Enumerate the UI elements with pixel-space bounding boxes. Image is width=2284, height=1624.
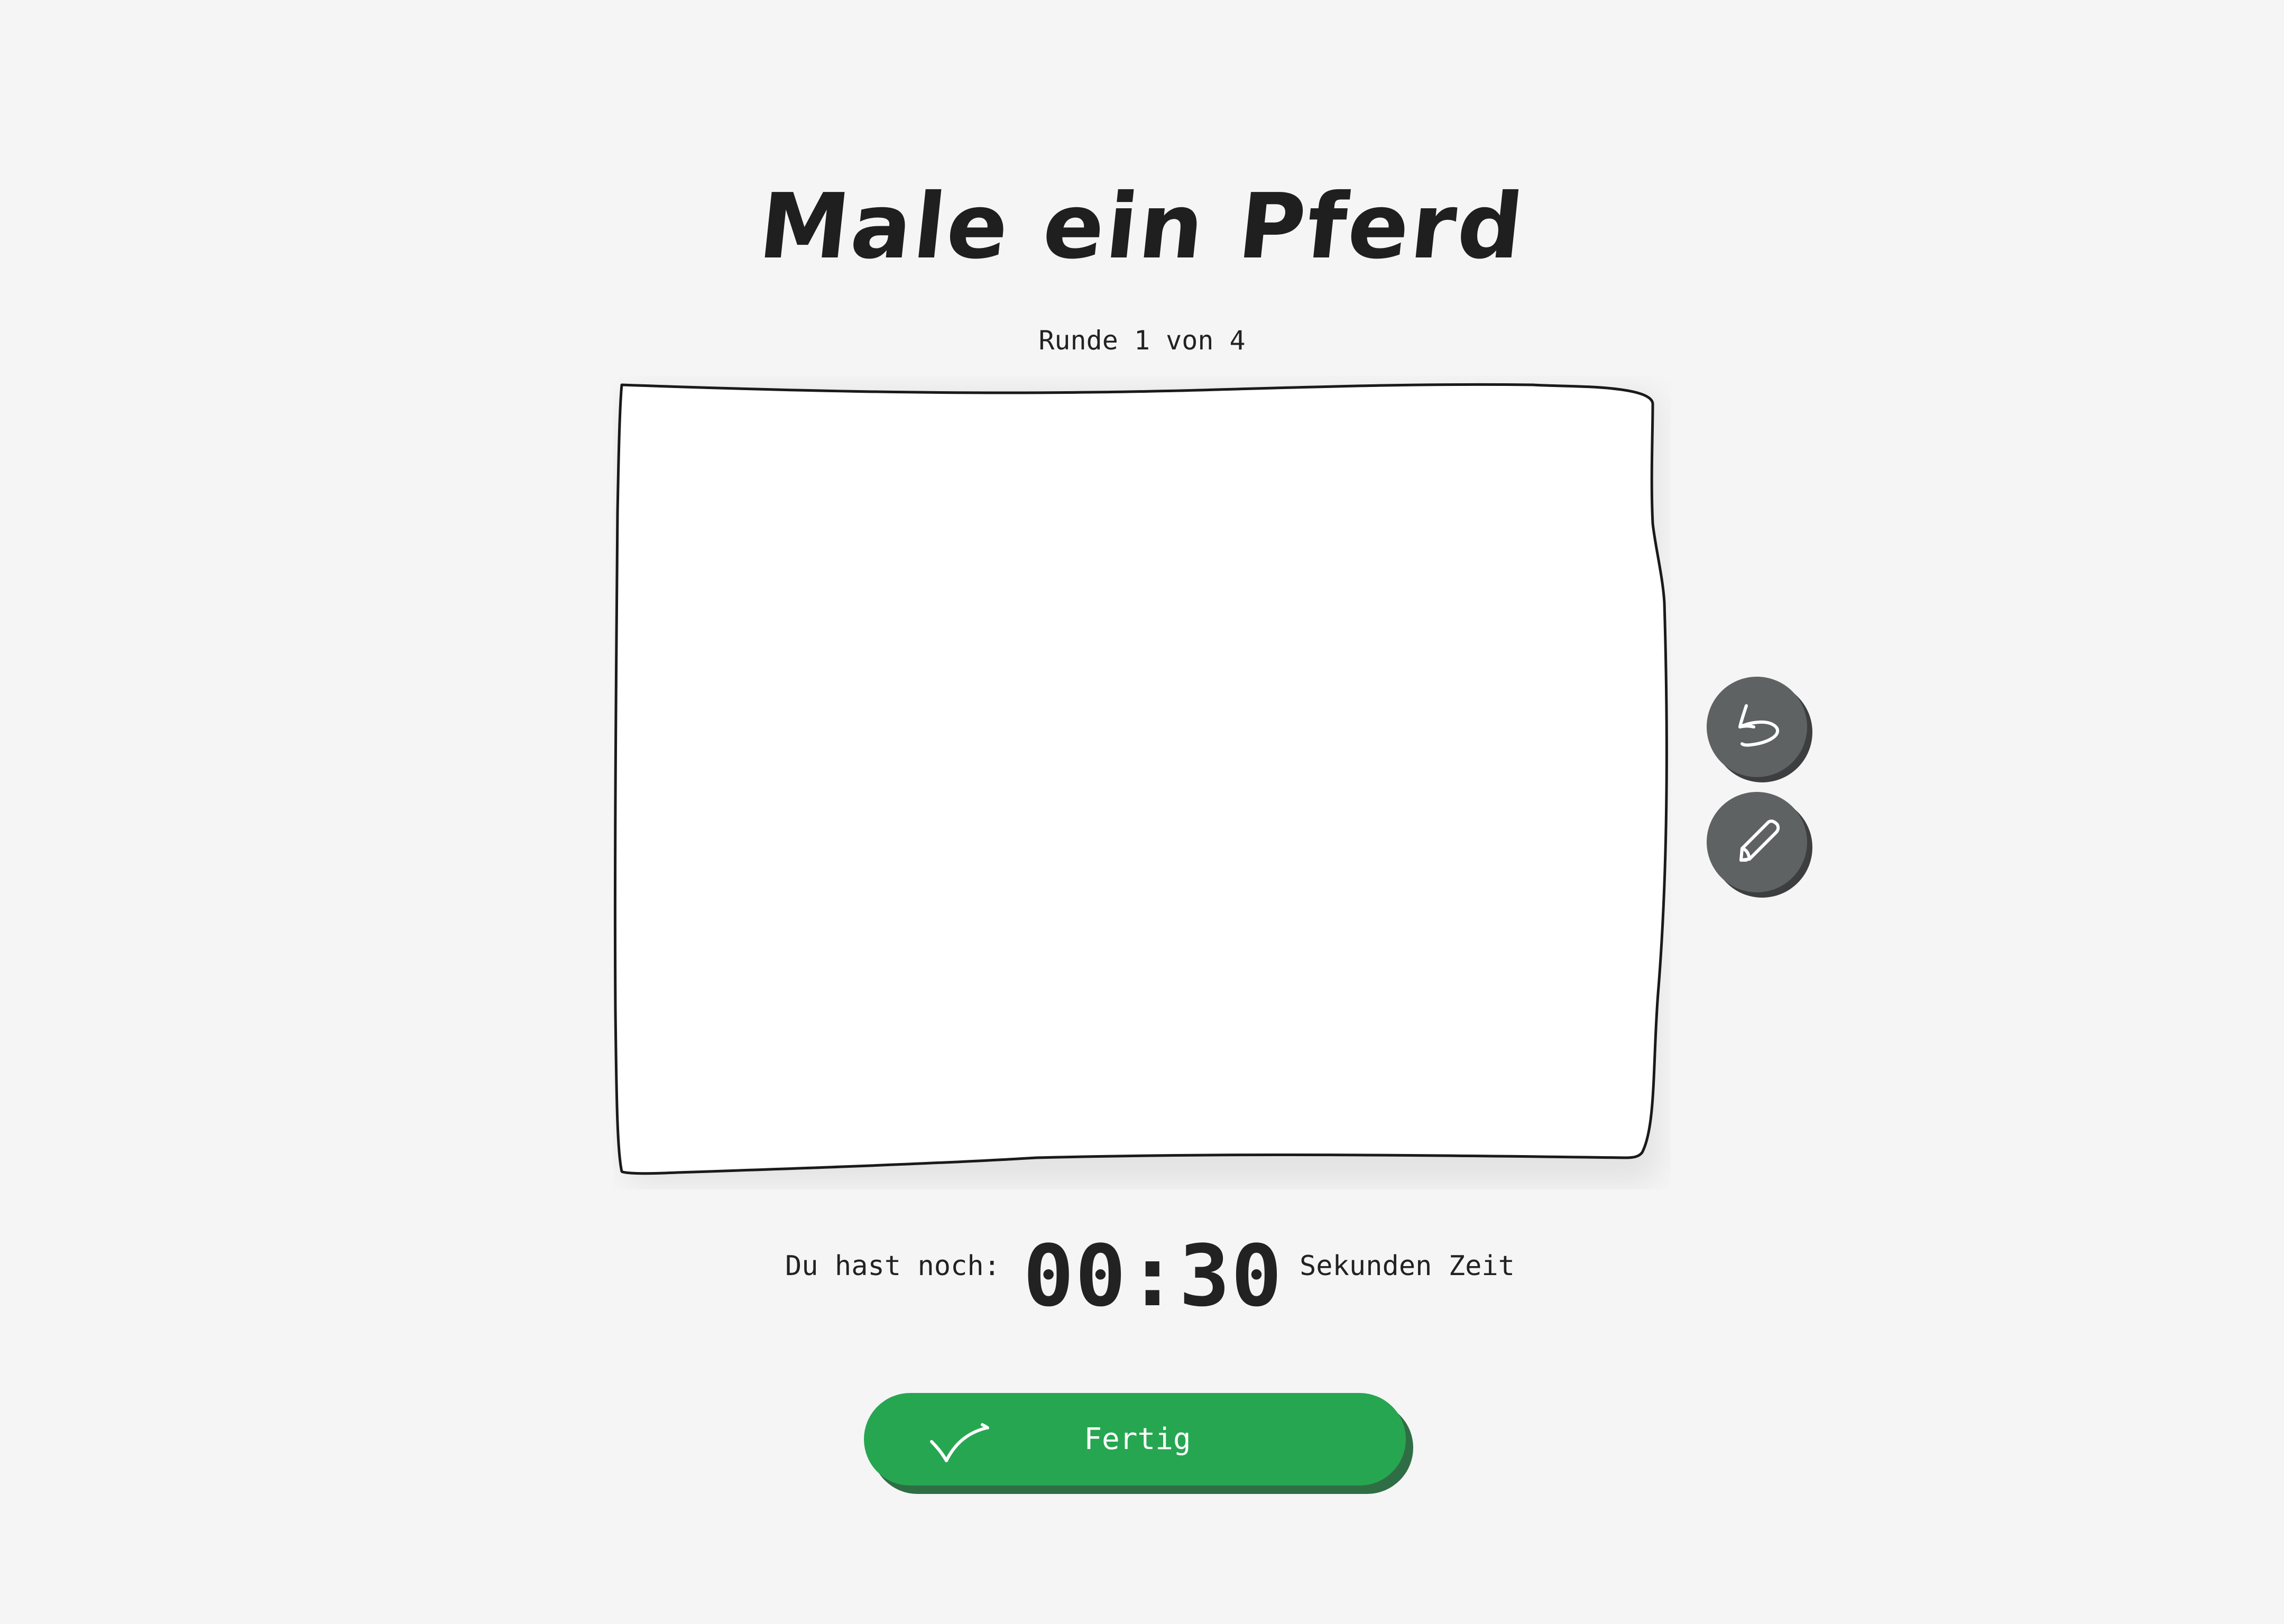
drawing-canvas[interactable] (613, 375, 1671, 1189)
timer-countdown: 00:30 (1023, 1226, 1283, 1325)
pencil-icon (1725, 809, 1789, 875)
timer-suffix: Sekunden Zeit (1300, 1250, 1515, 1282)
timer-prefix: Du hast noch: (785, 1250, 1000, 1282)
page-title: Male ein Pferd (754, 174, 1530, 279)
round-indicator: Runde 1 von 4 (1038, 325, 1246, 356)
undo-arrow-icon (1725, 694, 1789, 760)
done-button-label: Fertig (1084, 1422, 1191, 1456)
timer-row: Du hast noch: 00:30 Sekunden Zeit (0, 1216, 2284, 1325)
pen-tool-button[interactable] (1707, 792, 1807, 892)
done-button[interactable]: Fertig (864, 1393, 1406, 1485)
undo-button[interactable] (1707, 677, 1807, 777)
